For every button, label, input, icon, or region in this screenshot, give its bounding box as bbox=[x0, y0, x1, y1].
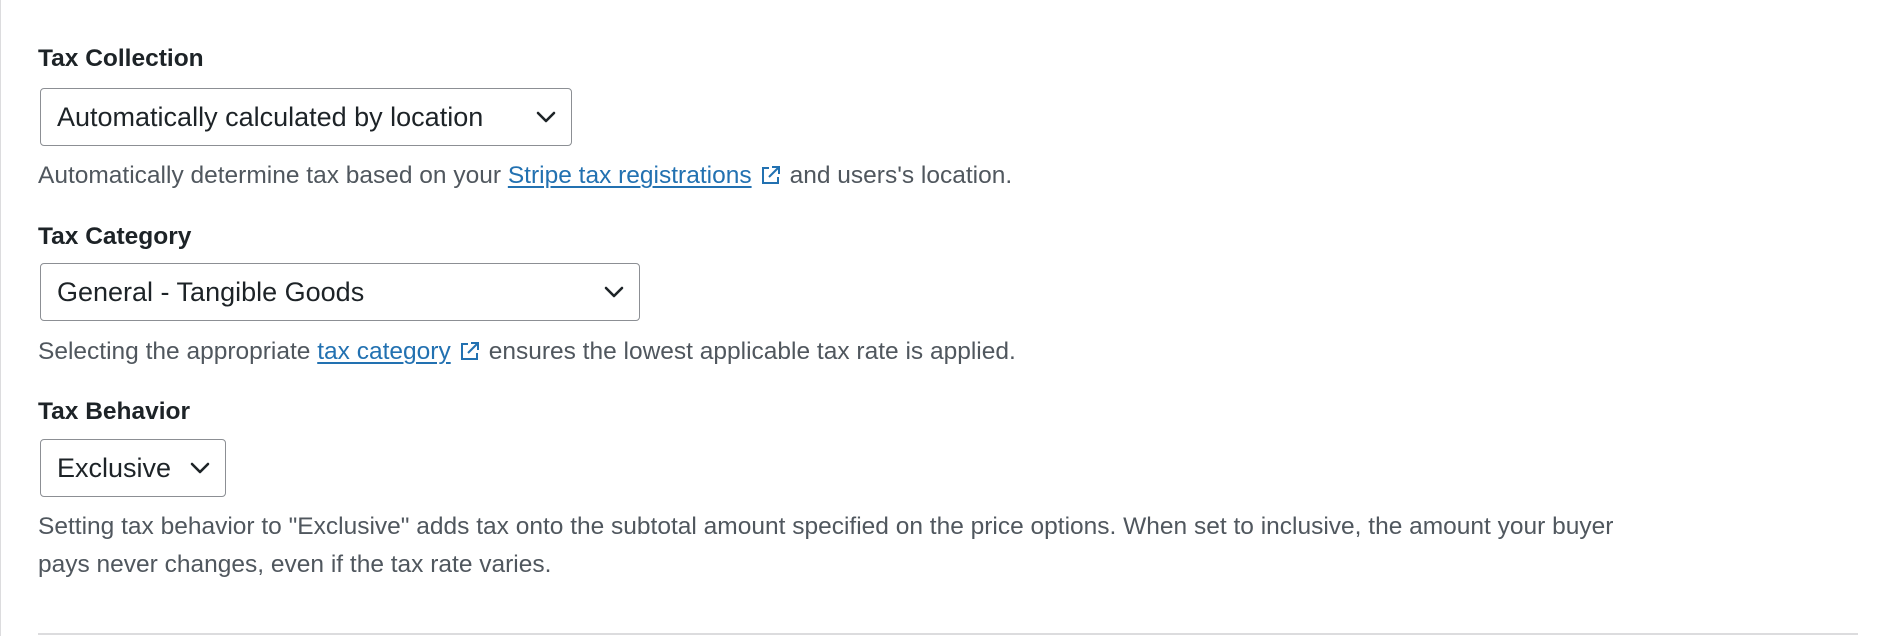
tax-category-link[interactable]: tax category bbox=[317, 338, 450, 365]
tax-collection-label: Tax Collection bbox=[38, 45, 204, 72]
external-link-icon bbox=[460, 342, 479, 360]
tax-collection-help-before: Automatically determine tax based on you… bbox=[38, 162, 502, 189]
section-divider bbox=[38, 633, 1858, 635]
tax-category-selected-value: General - Tangible Goods bbox=[57, 276, 365, 307]
tax-category-select[interactable]: General - Tangible Goods bbox=[40, 263, 640, 321]
tax-collection-help-after: and users's location. bbox=[789, 162, 1013, 189]
tax-category-help: Selecting the appropriate tax category e… bbox=[38, 333, 1016, 371]
tax-behavior-selected-value: Exclusive bbox=[57, 452, 172, 483]
tax-behavior-label: Tax Behavior bbox=[38, 398, 191, 425]
stripe-tax-registrations-link[interactable]: Stripe tax registrations bbox=[508, 162, 752, 189]
tax-collection-select[interactable]: Automatically calculated by location bbox=[40, 88, 572, 146]
tax-collection-help: Automatically determine tax based on you… bbox=[38, 157, 1012, 195]
tax-behavior-select[interactable]: Exclusive bbox=[40, 439, 226, 497]
panel-left-border bbox=[0, 0, 1, 636]
tax-category-label: Tax Category bbox=[38, 223, 192, 250]
external-link-icon bbox=[761, 166, 780, 184]
chevron-down-icon bbox=[536, 111, 556, 123]
chevron-down-icon bbox=[604, 286, 624, 298]
tax-collection-selected-value: Automatically calculated by location bbox=[57, 101, 484, 132]
chevron-down-icon bbox=[190, 462, 210, 474]
tax-category-help-before: Selecting the appropriate bbox=[38, 338, 311, 365]
tax-behavior-help-line-2: pays never changes, even if the tax rate… bbox=[38, 551, 552, 578]
tax-behavior-help-line-1: Setting tax behavior to "Exclusive" adds… bbox=[38, 513, 1614, 540]
tax-category-help-after: ensures the lowest applicable tax rate i… bbox=[488, 338, 1016, 365]
